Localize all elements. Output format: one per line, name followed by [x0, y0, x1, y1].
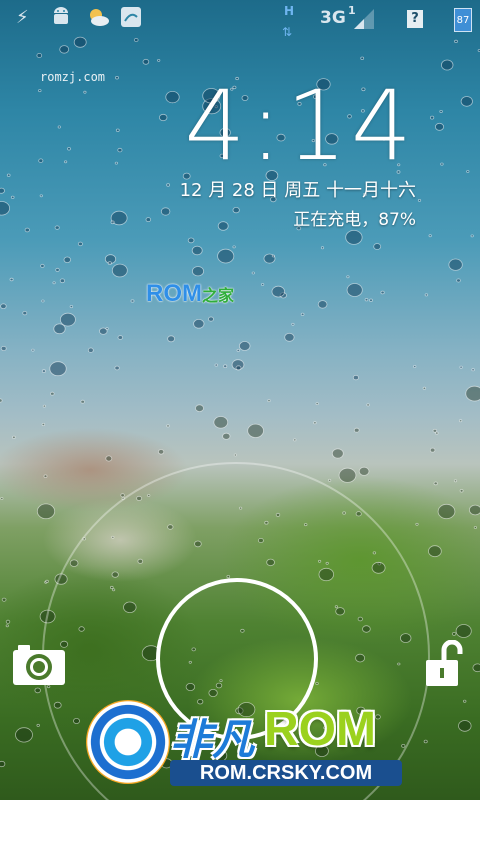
crsky-brand-watermark: 非凡 ROM ROM.CRSKY.COM	[86, 696, 406, 796]
rom-logo-suffix: 之家	[202, 288, 235, 305]
usb-icon: ⚡	[16, 7, 29, 28]
android-debug-icon	[50, 6, 72, 35]
lockscreen-date: 12 月 28 日 周五 十一月十六	[179, 180, 416, 201]
data-activity-icon: H	[284, 4, 295, 18]
battery-icon: 87	[454, 8, 472, 32]
help-icon: ?	[407, 10, 423, 28]
data-arrows-icon: ⇅	[282, 25, 293, 39]
signal-strength-icon	[352, 8, 376, 37]
rom-home-logo: ROM之家	[146, 280, 234, 308]
unlock-icon[interactable]	[424, 639, 464, 688]
network-type-label: 3G	[320, 8, 346, 28]
camera-icon[interactable]	[12, 642, 66, 686]
rom-logo-text: ROM	[146, 280, 202, 307]
app-notification-icon	[120, 6, 142, 35]
brand-rom-text: ROM	[264, 703, 376, 756]
crsky-logo-icon	[86, 700, 170, 784]
site-watermark: romzj.com	[40, 70, 106, 84]
charging-status: 正在充电，87%	[293, 210, 416, 230]
brand-url: ROM.CRSKY.COM	[170, 760, 402, 786]
status-bar[interactable]: ⚡ H ⇅ 3G 1 ? 87	[0, 0, 480, 39]
lockscreen-clock: 4:14	[184, 70, 416, 182]
brand-chinese-text: 非凡	[170, 716, 255, 763]
weather-icon	[86, 6, 110, 35]
